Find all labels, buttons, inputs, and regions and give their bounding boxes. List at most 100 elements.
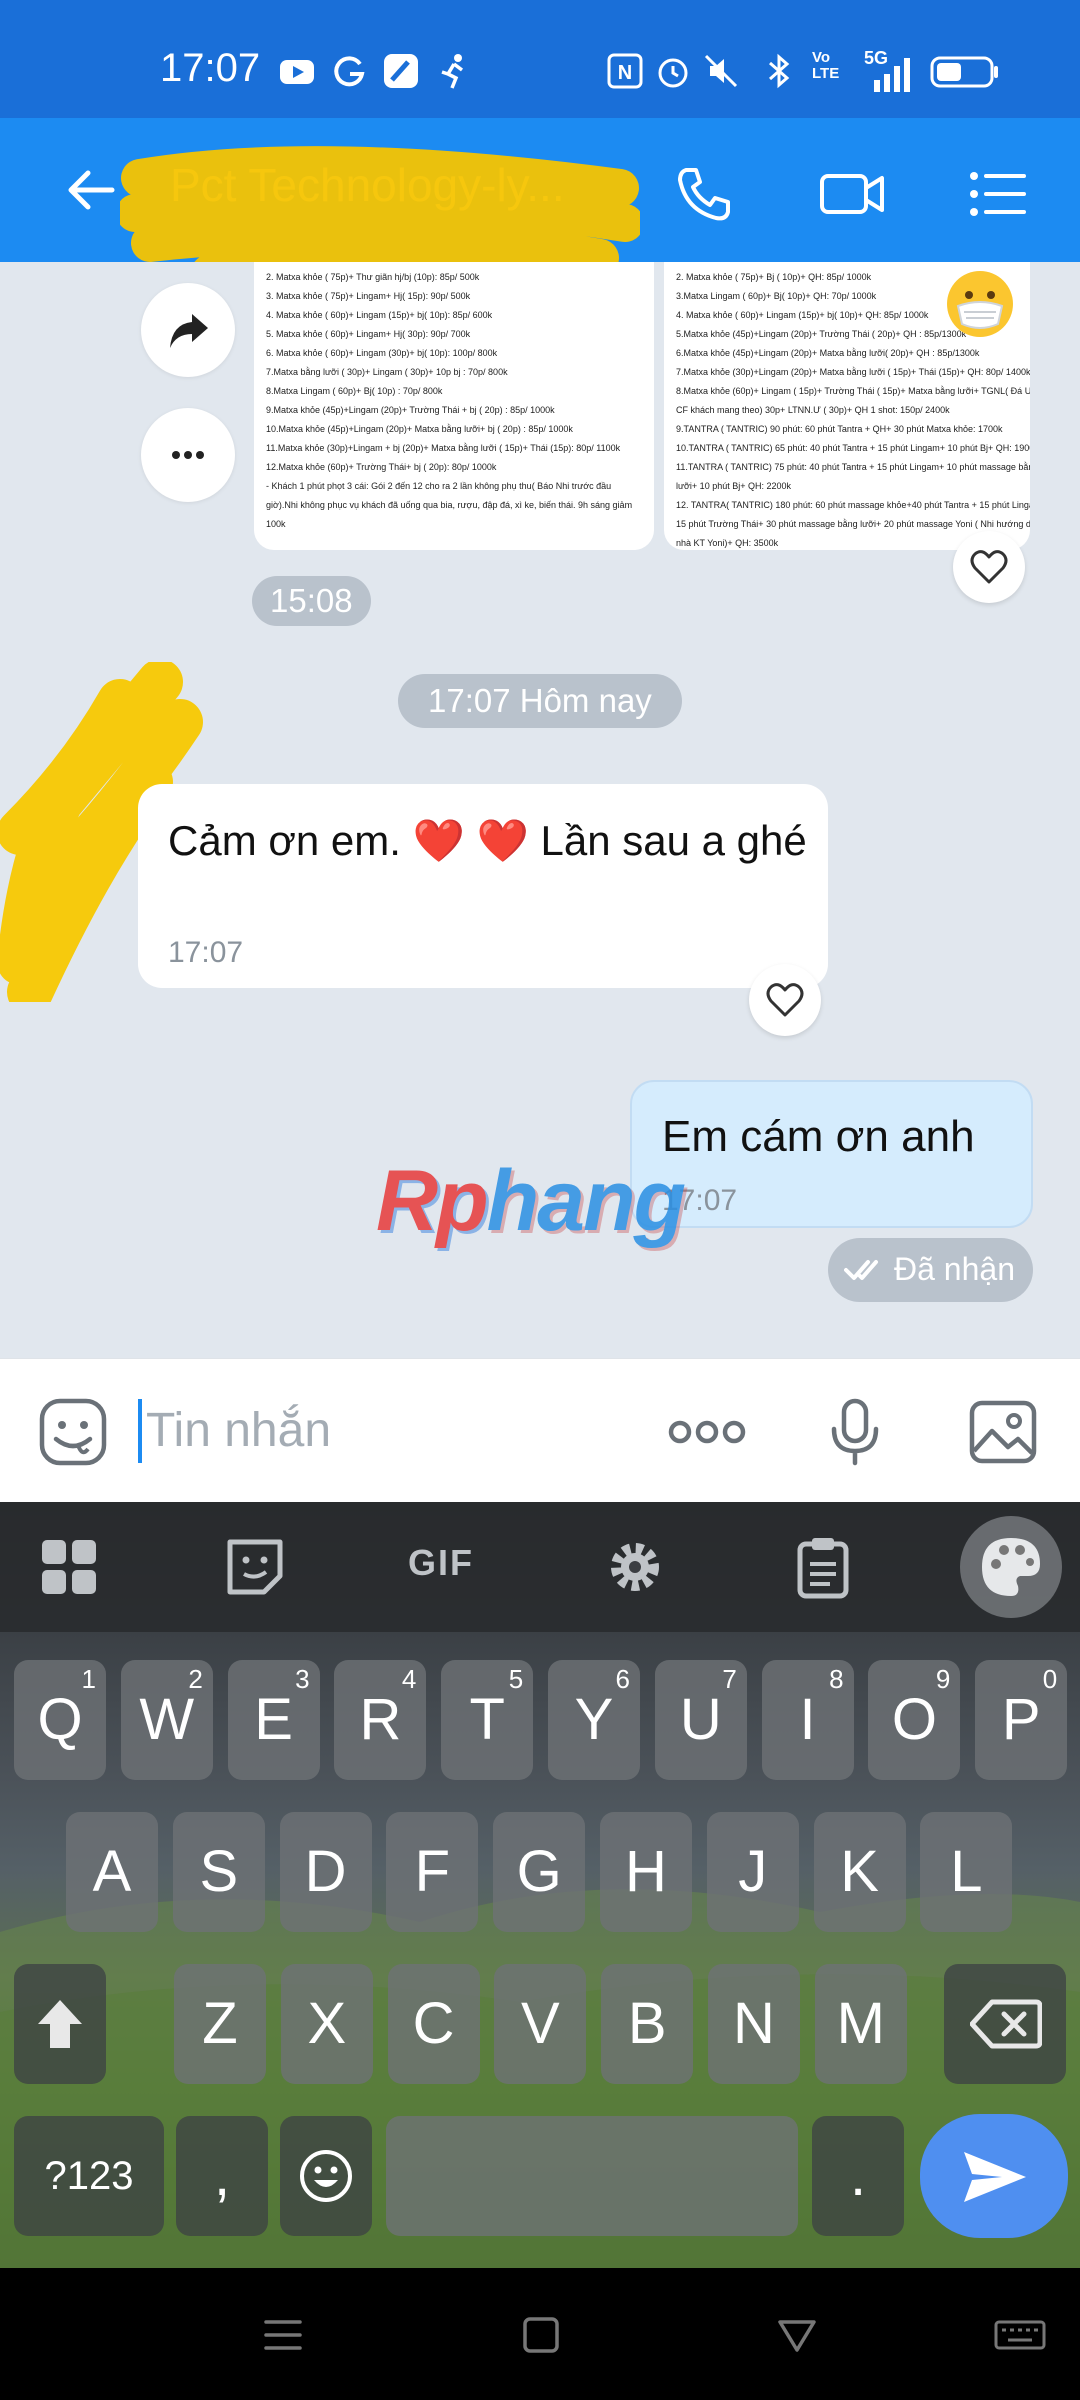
video-call-icon[interactable] xyxy=(818,162,888,226)
key-c[interactable]: C xyxy=(387,1964,480,2084)
incoming-message-bubble[interactable]: Cảm ơn em. ❤️ ❤️ Lần sau a ghé 17:07 xyxy=(138,784,828,988)
key-q[interactable]: Q1 xyxy=(14,1660,106,1780)
key-m[interactable]: M xyxy=(814,1964,907,2084)
key-l[interactable]: L xyxy=(920,1812,1013,1932)
arrow-left-icon[interactable] xyxy=(62,160,122,220)
outgoing-message-bubble[interactable]: Em cám ơn anh 17:07 xyxy=(630,1080,1033,1228)
key-x[interactable]: X xyxy=(280,1964,373,2084)
key-a[interactable]: A xyxy=(66,1812,158,1932)
image-message-right[interactable]: 2. Matxa khỏe ( 75p)+ Bj ( 10p)+ QH: 85p… xyxy=(664,262,1030,550)
image-text-line: 8.Matxa khỏe (60p)+ Lingam ( 15p)+ Trườn… xyxy=(676,386,1030,396)
key-u[interactable]: U7 xyxy=(654,1660,747,1780)
shift-key[interactable] xyxy=(14,1964,106,2084)
image-text-line: 10.Matxa khỏe (45p)+Lingam (20p)+ Matxa … xyxy=(266,424,573,434)
message-list[interactable]: 2. Matxa khỏe ( 75p)+ Thư giãn hj/bj (10… xyxy=(0,262,1080,1358)
home-square-icon[interactable] xyxy=(516,2310,566,2360)
image-text-line: 11.Matxa khỏe (30p)+Lingam + bj (20p)+ M… xyxy=(266,443,621,453)
incoming-message-text: Cảm ơn em. ❤️ ❤️ Lần sau a ghé xyxy=(168,817,807,864)
comma-key[interactable]: , xyxy=(176,2116,268,2236)
mute-icon xyxy=(704,54,738,88)
system-nav-bar xyxy=(0,2268,1080,2400)
date-divider: 17:07 Hôm nay xyxy=(398,674,682,728)
menu-icon[interactable] xyxy=(966,162,1030,226)
outgoing-message-text: Em cám ơn anh xyxy=(662,1112,975,1161)
react-heart-button-incoming[interactable] xyxy=(749,964,821,1036)
image-text-line: 7.Matxa khỏe (30p)+Lingam (20p)+ Matxa b… xyxy=(676,367,1030,377)
key-s[interactable]: S xyxy=(172,1812,265,1932)
key-d[interactable]: D xyxy=(279,1812,372,1932)
keyboard: GIF Q1W2E3R4T5Y6U7I8O9P0 ASDFGHJKL ZXCVB… xyxy=(0,1502,1080,2268)
forward-button[interactable] xyxy=(141,283,235,377)
keyboard-icon[interactable] xyxy=(992,2310,1048,2360)
key-v[interactable]: V xyxy=(494,1964,587,2084)
backspace-icon xyxy=(970,1999,1042,2049)
key-hint: 5 xyxy=(508,1664,524,1694)
5g-signal-icon xyxy=(874,58,910,92)
key-f[interactable]: F xyxy=(386,1812,479,1932)
apps-grid-icon[interactable] xyxy=(36,1534,102,1600)
image-text-line: 12. TANTRA( TANTRIC) 180 phút: 60 phút m… xyxy=(676,500,1030,510)
more-options-button[interactable] xyxy=(141,408,235,502)
image-text-line: 7.Matxa bằng lưỡi ( 30p)+ Lingam ( 30p)+… xyxy=(266,367,508,377)
image-text-line: 12.Matxa khỏe (60p)+ Trường Thái+ bj ( 2… xyxy=(266,462,497,472)
key-hint: 4 xyxy=(401,1664,417,1694)
image-text-line: 100k xyxy=(266,519,286,529)
send-key[interactable] xyxy=(920,2114,1068,2238)
clipboard-icon[interactable] xyxy=(790,1534,856,1600)
sticker-note-icon[interactable] xyxy=(222,1534,288,1600)
key-b[interactable]: B xyxy=(601,1964,694,2084)
key-o[interactable]: O9 xyxy=(868,1660,961,1780)
backspace-key[interactable] xyxy=(944,1964,1066,2084)
key-h[interactable]: H xyxy=(600,1812,692,1932)
message-input-bar: Tin nhắn xyxy=(0,1358,1080,1502)
battery-icon xyxy=(930,56,998,88)
emoji-key[interactable] xyxy=(280,2116,372,2236)
menu-lines-icon[interactable] xyxy=(258,2310,308,2360)
key-y[interactable]: Y6 xyxy=(548,1660,640,1780)
key-p[interactable]: P0 xyxy=(975,1660,1068,1780)
key-e[interactable]: E3 xyxy=(227,1660,320,1780)
gif-icon[interactable]: GIF xyxy=(408,1542,474,1584)
status-time: 17:07 xyxy=(160,46,261,90)
image-message-left[interactable]: 2. Matxa khỏe ( 75p)+ Thư giãn hj/bj (10… xyxy=(254,262,654,550)
symbols-key[interactable]: ?123 xyxy=(14,2116,164,2236)
image-text-line: 5. Matxa khỏe ( 60p)+ Lingam+ Hj( 30p): … xyxy=(266,329,471,339)
key-hint: 0 xyxy=(1042,1664,1058,1694)
message-input[interactable]: Tin nhắn xyxy=(146,1403,331,1458)
key-j[interactable]: J xyxy=(706,1812,799,1932)
chat-header: Pct Technology-ly... xyxy=(0,118,1080,288)
settings-gear-icon[interactable] xyxy=(602,1534,668,1600)
shift-icon xyxy=(38,2000,82,2048)
volte-icon: Vo LTE xyxy=(812,49,840,82)
spacebar-key[interactable] xyxy=(386,2116,798,2236)
key-r[interactable]: R4 xyxy=(334,1660,427,1780)
key-t[interactable]: T5 xyxy=(441,1660,534,1780)
key-g[interactable]: G xyxy=(493,1812,586,1932)
period-key[interactable]: . xyxy=(812,2116,904,2236)
palette-icon xyxy=(982,1538,1040,1596)
key-k[interactable]: K xyxy=(813,1812,906,1932)
more-icon[interactable] xyxy=(666,1397,748,1467)
image-text-line: 15 phút Trường Thái+ 30 phút massage bằn… xyxy=(676,519,1030,529)
key-hint: 3 xyxy=(295,1664,310,1694)
back-triangle-icon[interactable] xyxy=(772,2310,822,2360)
incoming-message-time: 17:07 xyxy=(168,936,244,969)
theme-button[interactable] xyxy=(960,1516,1062,1618)
key-hint: 2 xyxy=(188,1664,203,1694)
app-icon xyxy=(384,54,418,88)
running-icon xyxy=(441,54,464,89)
image-text-line: 3. Matxa khỏe ( 75p)+ Lingam+ Hj( 15p): … xyxy=(266,291,471,301)
status-bar: 17:07 N Vo LTE 5G xyxy=(0,0,1080,118)
key-i[interactable]: I8 xyxy=(761,1660,854,1780)
image-text-line: 11.TANTRA ( TANTRIC) 75 phút: 40 phút Ta… xyxy=(676,462,1030,472)
image-icon[interactable] xyxy=(968,1397,1038,1467)
react-heart-button-image[interactable] xyxy=(953,531,1025,603)
key-n[interactable]: N xyxy=(708,1964,800,2084)
sticker-icon[interactable] xyxy=(38,1397,108,1467)
phone-icon[interactable] xyxy=(672,162,736,226)
heart-outline-icon xyxy=(970,550,1008,584)
microphone-icon[interactable] xyxy=(820,1397,890,1467)
key-hint: 6 xyxy=(615,1664,630,1694)
key-w[interactable]: W2 xyxy=(120,1660,213,1780)
key-z[interactable]: Z xyxy=(174,1964,266,2084)
